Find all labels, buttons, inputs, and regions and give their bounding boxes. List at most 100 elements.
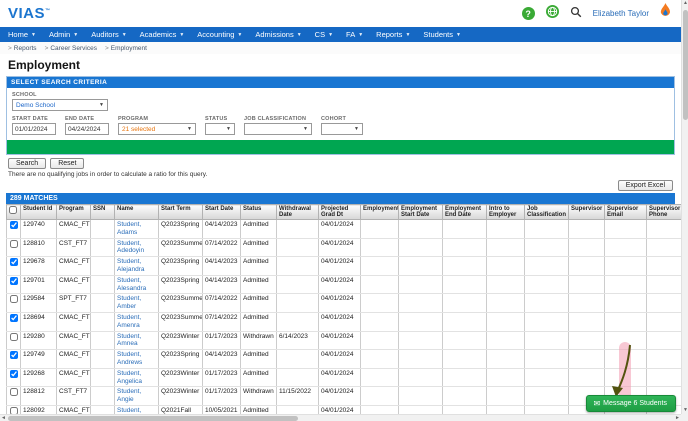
- horizontal-scrollbar[interactable]: ◄ ►: [0, 414, 681, 421]
- student-name-link[interactable]: Student, Angie: [117, 388, 141, 403]
- cell-start-date: 01/17/2023: [203, 368, 241, 387]
- cell-projected-grad-dt: 04/01/2024: [319, 331, 361, 350]
- end-date-input[interactable]: 04/24/2024: [65, 123, 109, 135]
- row-checkbox-cell: [7, 387, 21, 406]
- student-name-link[interactable]: Student, Adedoyin: [117, 240, 144, 255]
- student-name-link[interactable]: Student, Amber: [117, 295, 141, 310]
- cell-intro-to-employer: [487, 220, 525, 239]
- cell-status: Withdrawn: [241, 331, 277, 350]
- nav-item-fa[interactable]: FA▼: [346, 30, 363, 39]
- vertical-scrollbar[interactable]: ▲ ▼: [681, 0, 688, 414]
- cell-projected-grad-dt: 04/01/2024: [319, 275, 361, 294]
- ratio-note: There are no qualifying jobs in order to…: [8, 171, 673, 178]
- select-all-cell: [7, 205, 21, 220]
- column-header: Projected Grad Dt: [319, 205, 361, 220]
- nav-item-auditors[interactable]: Auditors▼: [91, 30, 126, 39]
- cell-start-term: Q2023Winter: [159, 368, 203, 387]
- student-name-link[interactable]: Student, Adams: [117, 221, 141, 236]
- cell-start-term: Q2023Summer: [159, 312, 203, 331]
- horizontal-scroll-thumb[interactable]: [8, 416, 298, 421]
- student-name-link[interactable]: Student, Amenra: [117, 314, 141, 329]
- nav-item-academics[interactable]: Academics▼: [140, 30, 185, 39]
- chevron-down-icon: ▼: [237, 32, 242, 38]
- cell-employment-end-date: [443, 238, 487, 257]
- cell-employment-start-date: [399, 238, 443, 257]
- reset-button[interactable]: Reset: [50, 158, 84, 169]
- job-classification-select[interactable]: ▼: [244, 123, 312, 135]
- cell-student-id: 129740: [21, 220, 57, 239]
- breadcrumb-item[interactable]: >Reports: [8, 45, 37, 52]
- select-all-checkbox[interactable]: [9, 206, 17, 214]
- status-select[interactable]: ▼: [205, 123, 235, 135]
- row-checkbox[interactable]: [10, 258, 18, 266]
- nav-item-cs[interactable]: CS▼: [315, 30, 333, 39]
- cell-withdrawal-date: [277, 350, 319, 369]
- cell-status: Admitted: [241, 220, 277, 239]
- nav-item-admin[interactable]: Admin▼: [49, 30, 78, 39]
- chevron-down-icon: ▼: [297, 32, 302, 38]
- export-excel-button[interactable]: Export Excel: [618, 180, 673, 191]
- school-select[interactable]: Demo School▼: [12, 99, 108, 111]
- column-header: Status: [241, 205, 277, 220]
- table-row: 129749CMAC_FTStudent, AndrewsQ2023Spring…: [7, 350, 687, 369]
- message-students-button[interactable]: ✉ Message 6 Students: [586, 395, 676, 412]
- cell-job-classification: [525, 368, 569, 387]
- chevron-down-icon: ▼: [122, 32, 127, 38]
- column-header: Job Classification: [525, 205, 569, 220]
- scroll-right-icon[interactable]: ►: [675, 415, 680, 421]
- chevron-down-icon: ▼: [226, 126, 231, 132]
- cell-employment-start-date: [399, 350, 443, 369]
- cell-employment-start-date: [399, 331, 443, 350]
- nav-item-admissions[interactable]: Admissions▼: [255, 30, 301, 39]
- cell-employment: [361, 294, 399, 313]
- cell-program: CMAC_FT: [57, 220, 91, 239]
- cell-projected-grad-dt: 04/01/2024: [319, 368, 361, 387]
- nav-item-students[interactable]: Students▼: [423, 30, 461, 39]
- cell-intro-to-employer: [487, 275, 525, 294]
- row-checkbox[interactable]: [10, 314, 18, 322]
- row-checkbox[interactable]: [10, 295, 18, 303]
- user-name[interactable]: Elizabeth Taylor: [593, 9, 649, 18]
- row-checkbox[interactable]: [10, 370, 18, 378]
- cell-employment-end-date: [443, 387, 487, 406]
- table-row: 128694CMAC_FTStudent, AmenraQ2023Summer0…: [7, 312, 687, 331]
- row-checkbox[interactable]: [10, 240, 18, 248]
- student-name-link[interactable]: Student, Angelica: [117, 370, 142, 385]
- cell-job-classification: [525, 275, 569, 294]
- cell-name: Student, Angelica: [115, 368, 159, 387]
- search-button[interactable]: Search: [8, 158, 46, 169]
- student-name-link[interactable]: Student, Alejandra: [117, 258, 144, 273]
- table-row: 129584SPT_FT7Student, AmberQ2023Summer07…: [7, 294, 687, 313]
- chevron-down-icon: ▼: [303, 126, 308, 132]
- row-checkbox[interactable]: [10, 277, 18, 285]
- cell-ssn: [91, 257, 115, 276]
- cohort-select[interactable]: ▼: [321, 123, 363, 135]
- cell-intro-to-employer: [487, 238, 525, 257]
- help-icon[interactable]: ?: [522, 7, 535, 20]
- program-multiselect[interactable]: 21 selected▼: [118, 123, 196, 135]
- search-icon[interactable]: [570, 5, 582, 23]
- breadcrumb-item[interactable]: >Employment: [105, 45, 147, 52]
- cell-employment: [361, 238, 399, 257]
- scroll-up-icon[interactable]: ▲: [683, 0, 688, 7]
- nav-item-home[interactable]: Home▼: [8, 30, 36, 39]
- cell-supervisor-email: [605, 238, 647, 257]
- student-name-link[interactable]: Student, Amnea: [117, 333, 141, 348]
- row-checkbox[interactable]: [10, 333, 18, 341]
- breadcrumb-item[interactable]: >Career Services: [45, 45, 97, 52]
- table-row: 128810CST_FT7Student, AdedoyinQ2023Summe…: [7, 238, 687, 257]
- scroll-left-icon[interactable]: ◄: [1, 415, 6, 421]
- vertical-scroll-thumb[interactable]: [683, 10, 688, 120]
- nav-item-accounting[interactable]: Accounting▼: [197, 30, 242, 39]
- chevron-down-icon: ▼: [99, 102, 104, 108]
- student-name-link[interactable]: Student, Andrews: [117, 351, 142, 366]
- start-date-input[interactable]: 01/01/2024: [12, 123, 56, 135]
- scroll-down-icon[interactable]: ▼: [683, 407, 688, 414]
- nav-item-reports[interactable]: Reports▼: [376, 30, 410, 39]
- table-row: 129678CMAC_FTStudent, AlejandraQ2023Spri…: [7, 257, 687, 276]
- globe-icon[interactable]: [546, 5, 559, 23]
- row-checkbox[interactable]: [10, 388, 18, 396]
- student-name-link[interactable]: Student, Alesandra: [117, 277, 146, 292]
- row-checkbox[interactable]: [10, 221, 18, 229]
- row-checkbox[interactable]: [10, 351, 18, 359]
